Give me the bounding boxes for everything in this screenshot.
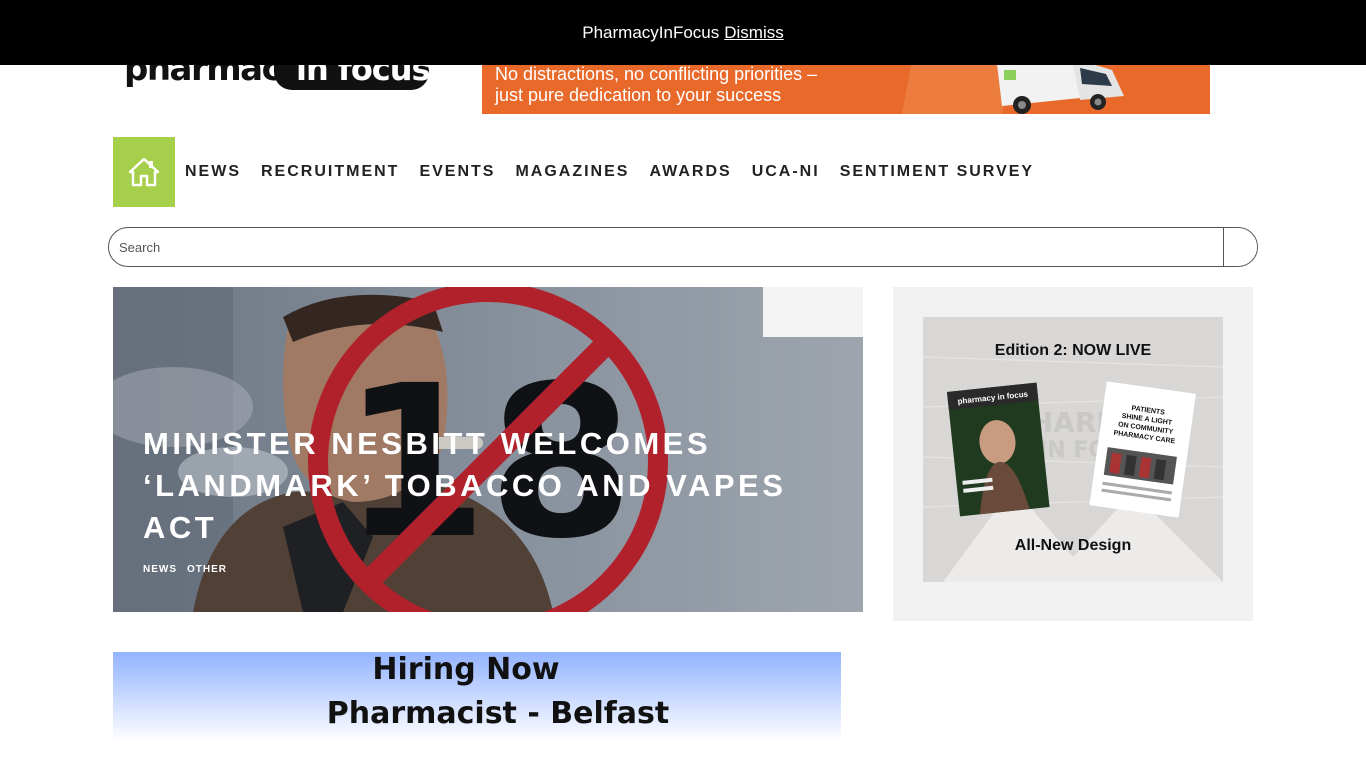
hero-corner-patch — [763, 287, 863, 337]
search-button[interactable] — [1223, 228, 1257, 266]
search-input[interactable] — [109, 228, 1223, 266]
nav-item-magazines[interactable]: MAGAZINES — [515, 163, 629, 181]
main-nav: NEWS RECRUITMENT EVENTS MAGAZINES AWARDS… — [185, 137, 1054, 207]
magazine-ad-headline: Edition 2: NOW LIVE — [994, 342, 1152, 359]
hiring-ad-line-1: Hiring Now — [372, 652, 560, 687]
home-button[interactable] — [113, 137, 175, 207]
tag-news[interactable]: NEWS — [143, 564, 177, 575]
hiring-ad-line-2: Pharmacist - Belfast — [326, 696, 670, 731]
hiring-banner-ad[interactable]: Hiring Now Pharmacist - Belfast — [113, 652, 841, 742]
nav-item-news[interactable]: NEWS — [185, 163, 241, 181]
nav-item-sentiment-survey[interactable]: SENTIMENT SURVEY — [840, 163, 1034, 181]
top-ad-line-2: just pure dedication to your success — [495, 85, 782, 105]
cookie-notice-bar: PharmacyInFocus Dismiss — [0, 0, 1366, 65]
article-tags: NEWS OTHER — [143, 564, 237, 575]
nav-item-events[interactable]: EVENTS — [419, 163, 495, 181]
tag-other[interactable]: OTHER — [187, 564, 227, 575]
dismiss-link[interactable]: Dismiss — [724, 23, 784, 43]
article-title[interactable]: Minister Nesbitt welcomes ‘landmark’ Tob… — [143, 423, 843, 549]
magazine-ad[interactable]: PHARMACY IN FOCUS pharmacy in focus PATI… — [923, 317, 1223, 582]
nav-item-uca-ni[interactable]: UCA-NI — [752, 163, 820, 181]
sidebar: PHARMACY IN FOCUS pharmacy in focus PATI… — [893, 287, 1253, 621]
nav-item-awards[interactable]: AWARDS — [649, 163, 731, 181]
featured-article[interactable]: 18 Minister Nesbitt welcomes ‘landmark’ … — [113, 287, 863, 612]
nav-item-recruitment[interactable]: RECRUITMENT — [261, 163, 399, 181]
top-ad-line-1: No distractions, no conflicting prioriti… — [495, 64, 818, 84]
search-bar — [108, 227, 1258, 267]
magazine-ad-footer: All-New Design — [1014, 537, 1132, 554]
home-icon — [128, 157, 160, 187]
notice-text: PharmacyInFocus — [582, 22, 720, 42]
